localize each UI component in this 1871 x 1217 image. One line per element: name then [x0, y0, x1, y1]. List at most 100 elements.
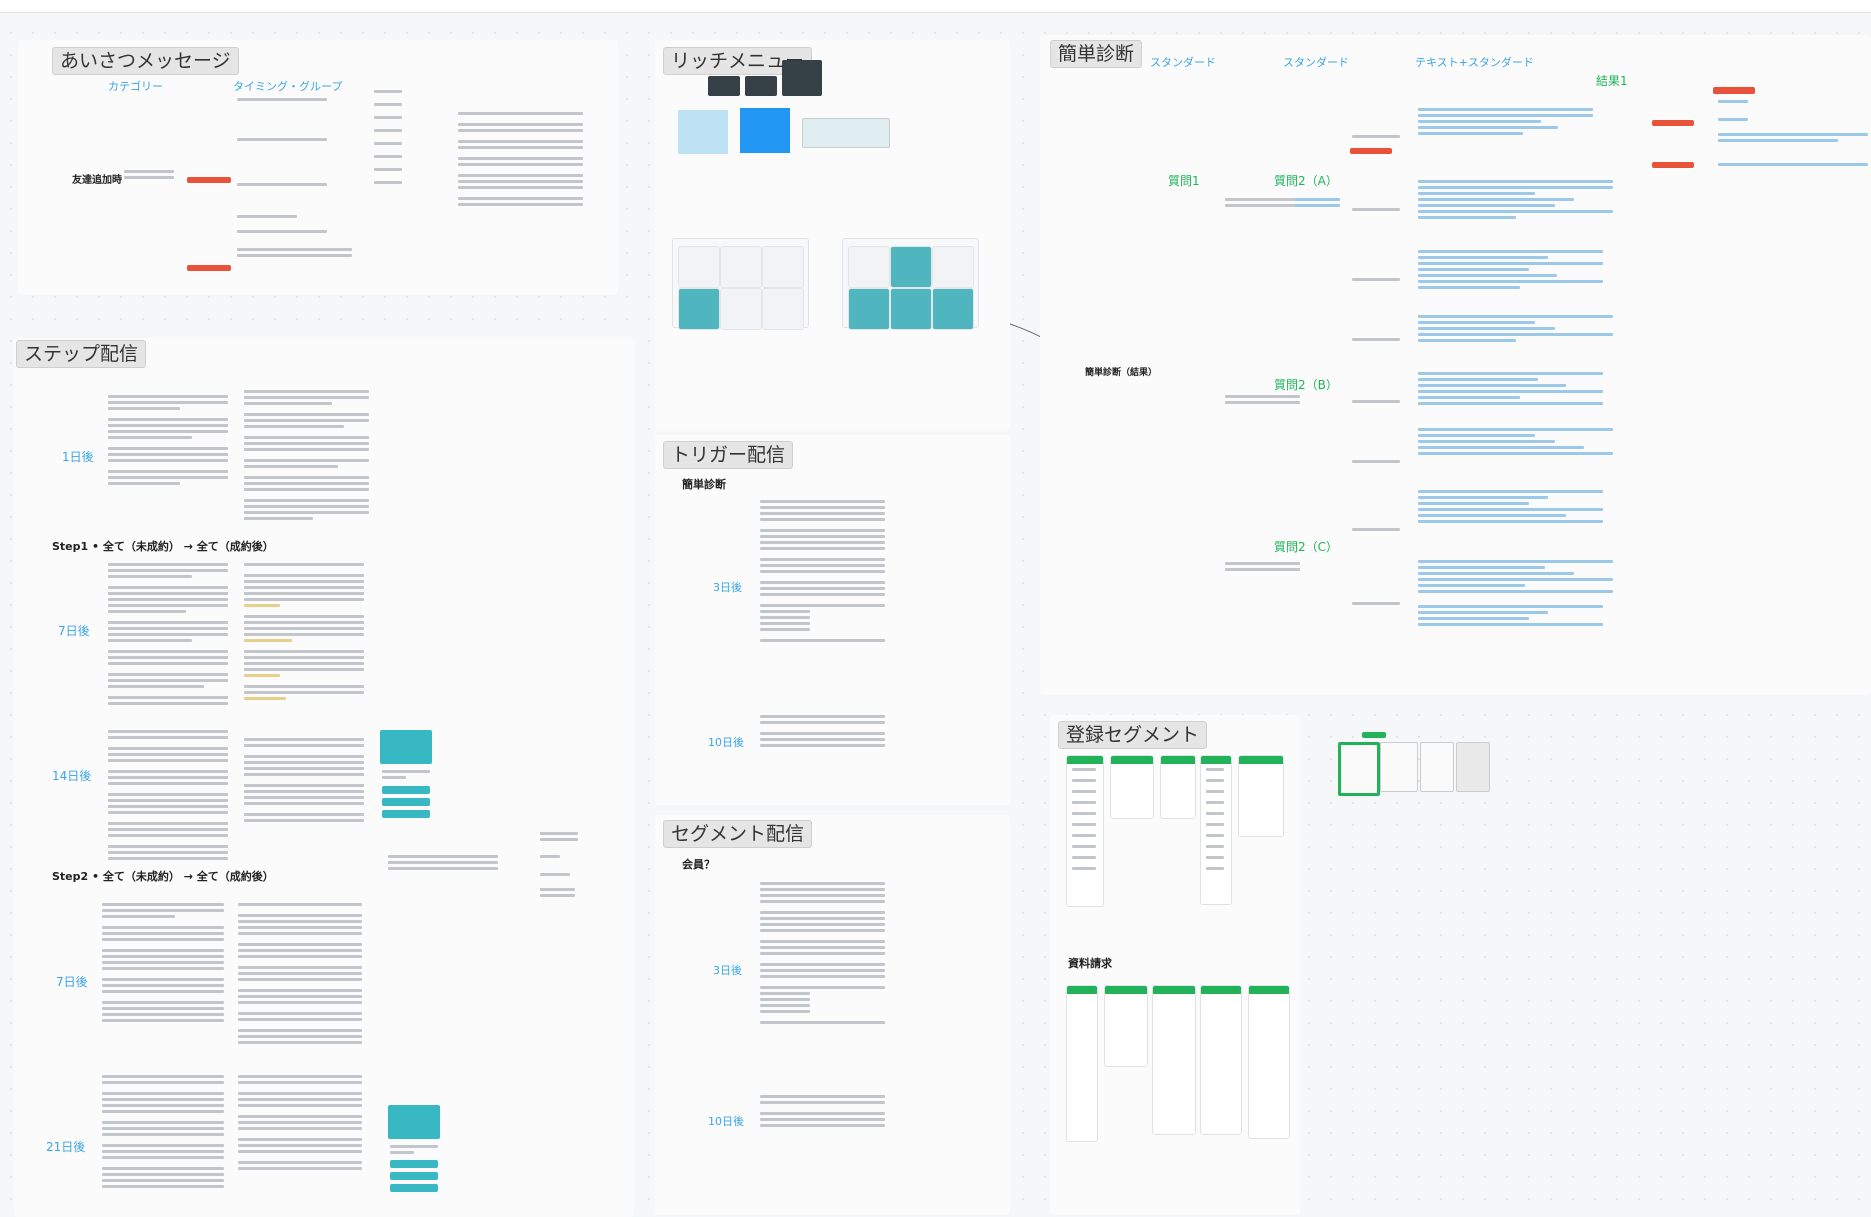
diagnosis-subbranch-text [1352, 460, 1400, 466]
rich-menu-sticky-note[interactable] [678, 110, 728, 154]
greeting-col-b: タイミング・グループ [233, 80, 343, 93]
step-phone-preview[interactable] [380, 730, 432, 764]
step-phone-button[interactable] [390, 1160, 438, 1168]
diagnosis-subbranch-text [1352, 208, 1400, 214]
diagnosis-root-node[interactable]: 簡単診断（結果） [1085, 365, 1157, 378]
step-day-1[interactable]: 1日後 [62, 448, 94, 465]
greeting-branch-text [237, 230, 327, 236]
greeting-branch-text [237, 215, 297, 221]
step-phone-preview-text [382, 770, 430, 782]
registration-image-badge [1362, 732, 1386, 738]
greeting-title[interactable]: あいさつメッセージ [52, 47, 239, 75]
diagnosis-subbranch-text [1352, 602, 1400, 608]
step-phone-preview-text [390, 1145, 438, 1157]
materials-column[interactable] [1248, 985, 1290, 1139]
diagnosis-result-text [1418, 490, 1603, 526]
trigger-title[interactable]: トリガー配信 [663, 441, 794, 469]
rich-menu-banner-image[interactable] [802, 118, 890, 148]
step-message-text [108, 563, 228, 708]
segment-column[interactable] [1160, 755, 1196, 819]
diagnosis-col-3: テキスト+スタンダード [1415, 56, 1534, 69]
step-phone-preview[interactable] [388, 1105, 440, 1139]
segment-column[interactable] [1110, 755, 1154, 819]
diagnosis-red-node[interactable] [1350, 148, 1392, 154]
diagnosis-result-text [1418, 315, 1613, 345]
step-branch-leaf [540, 888, 575, 900]
rich-menu-tile [890, 288, 932, 330]
greeting-node-text [124, 170, 174, 182]
rich-menu-photo[interactable] [708, 76, 740, 96]
materials-request-label: 資料請求 [1068, 957, 1112, 970]
greeting-root-node[interactable]: 友達追加時 [72, 171, 122, 186]
segment-message-text [760, 882, 885, 1027]
step-section-1[interactable]: Step1 • 全て（未成約） → 全て（成約後） [52, 538, 274, 554]
step-phone-button[interactable] [390, 1172, 438, 1180]
rich-menu-sticky-note[interactable] [740, 108, 790, 153]
rich-menu-tile [848, 246, 890, 288]
registration-title[interactable]: 登録セグメント [1058, 721, 1208, 749]
diagnosis-q2a-text [1295, 198, 1340, 210]
step-phone-button[interactable] [382, 798, 430, 806]
step-phone-button[interactable] [390, 1184, 438, 1192]
trigger-day-10[interactable]: 10日後 [708, 734, 744, 750]
diagnosis-q2a[interactable]: 質問2（A） [1274, 172, 1338, 189]
diagnosis-result-text [1418, 180, 1613, 222]
diagnosis-red-node[interactable] [1713, 87, 1755, 94]
registration-image[interactable] [1420, 742, 1454, 792]
rich-menu-photo[interactable] [745, 76, 777, 96]
greeting-red-node[interactable] [187, 177, 231, 183]
step-day-7b[interactable]: 7日後 [56, 973, 88, 990]
segment-subtitle: 会員？ [682, 858, 715, 871]
diagnosis-red-node[interactable] [1652, 162, 1694, 168]
materials-column[interactable] [1200, 985, 1242, 1135]
rich-menu-tile [932, 288, 974, 330]
greeting-red-node[interactable] [187, 265, 231, 271]
rich-menu-photo[interactable] [782, 60, 822, 96]
trigger-message-text [760, 500, 885, 645]
step-title[interactable]: ステップ配信 [16, 340, 147, 368]
registration-image[interactable] [1380, 742, 1418, 792]
diagnosis-red-node[interactable] [1652, 120, 1694, 126]
registration-image[interactable] [1338, 742, 1380, 796]
step-phone-button[interactable] [382, 786, 430, 794]
step-day-14[interactable]: 14日後 [52, 767, 91, 784]
diagnosis-title[interactable]: 簡単診断 [1050, 40, 1143, 68]
trigger-day-3[interactable]: 3日後 [713, 579, 742, 595]
diagnosis-subbranch-text [1352, 338, 1400, 344]
segment-title[interactable]: セグメント配信 [663, 820, 813, 848]
segment-day-10[interactable]: 10日後 [708, 1113, 744, 1129]
rich-menu-tile [678, 288, 720, 330]
diagnosis-q2b[interactable]: 質問2（B） [1274, 376, 1338, 393]
materials-column[interactable] [1066, 985, 1098, 1142]
greeting-branch-text [237, 248, 352, 260]
step-day-21[interactable]: 21日後 [46, 1138, 85, 1155]
materials-column[interactable] [1152, 985, 1196, 1135]
step-phone-button[interactable] [382, 810, 430, 818]
rich-menu-tile [762, 288, 804, 330]
rich-menu-tile [678, 246, 720, 288]
step-message-text [244, 738, 364, 825]
diagnosis-result-text [1418, 560, 1613, 596]
segment-day-3[interactable]: 3日後 [713, 962, 742, 978]
step-message-text [108, 730, 228, 863]
step-section-2[interactable]: Step2 • 全て（未成約） → 全て（成約後） [52, 868, 274, 884]
diagnosis-col-2: スタンダード [1283, 56, 1349, 69]
step-message-text [244, 563, 364, 703]
segment-column[interactable] [1238, 755, 1284, 837]
step-branch-root [388, 855, 498, 873]
diagnosis-q1[interactable]: 質問1 [1168, 172, 1200, 189]
rich-menu-tile [848, 288, 890, 330]
registration-image[interactable] [1456, 742, 1490, 792]
greeting-branch-text [237, 183, 327, 189]
greeting-leaf-list [374, 90, 402, 187]
rich-menu-tile [762, 246, 804, 288]
rich-menu-tile [720, 246, 762, 288]
greeting-branch-text [237, 138, 327, 144]
trigger-message-text [760, 715, 885, 750]
materials-column[interactable] [1104, 985, 1148, 1067]
step-day-7a[interactable]: 7日後 [58, 622, 90, 639]
diagnosis-q2c[interactable]: 質問2（C） [1274, 538, 1338, 555]
greeting-col-a: カテゴリー [108, 80, 163, 93]
trigger-subtitle: 簡単診断 [682, 478, 726, 491]
greeting-branch-text [237, 98, 327, 104]
